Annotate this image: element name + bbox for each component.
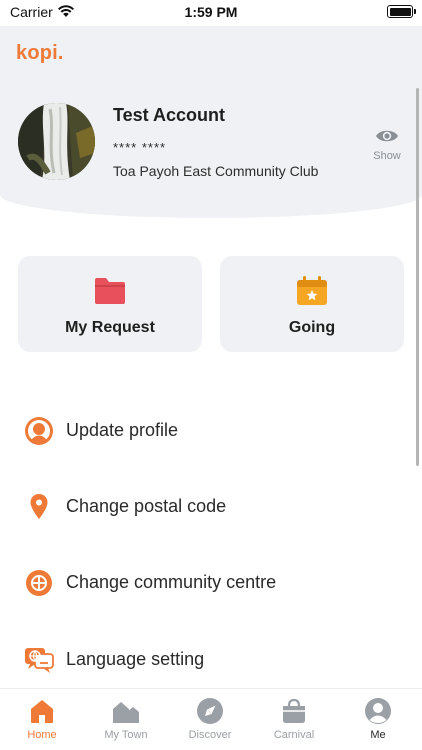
- tab-discover-label: Discover: [188, 729, 232, 741]
- going-card[interactable]: Going: [220, 256, 404, 352]
- status-time: 1:59 PM: [184, 4, 238, 20]
- menu-label-change-community-centre: Change community centre: [66, 572, 277, 592]
- menu-item-update-profile[interactable]: Update profile: [0, 409, 422, 453]
- home-icon: [31, 700, 53, 723]
- person-icon: [25, 417, 53, 445]
- eye-icon: [376, 130, 398, 142]
- battery-icon: [387, 5, 416, 18]
- going-label: Going: [288, 319, 336, 336]
- status-bar: Carrier 1:59 PM: [0, 0, 422, 26]
- location-pin-icon: [30, 494, 48, 519]
- menu-label-language-setting: Language setting: [66, 649, 205, 669]
- tab-carnival[interactable]: Carnival: [252, 689, 336, 750]
- menu-label-change-postal-code: Change postal code: [66, 496, 227, 516]
- tab-carnival-label: Carnival: [273, 729, 315, 741]
- bag-icon: [283, 698, 305, 723]
- folder-icon: [95, 278, 125, 304]
- show-button[interactable]: Show: [366, 128, 408, 162]
- my-request-card[interactable]: My Request: [18, 256, 202, 352]
- menu-item-change-postal-code[interactable]: Change postal code: [0, 485, 422, 529]
- menu-item-language-setting[interactable]: Language setting: [0, 638, 422, 682]
- compass-icon: [197, 698, 223, 724]
- tab-my-town[interactable]: My Town: [84, 689, 168, 750]
- menu-item-change-community-centre[interactable]: Change community centre: [0, 561, 422, 605]
- tab-discover[interactable]: Discover: [168, 689, 252, 750]
- masked-id: **** ****: [113, 140, 167, 155]
- profile-name: Test Account: [113, 105, 226, 125]
- calendar-star-icon: [297, 276, 327, 305]
- community-centre-icon: [26, 570, 52, 596]
- language-icon: [25, 648, 54, 673]
- tab-my-town-label: My Town: [104, 729, 148, 741]
- my-request-label: My Request: [65, 319, 155, 336]
- town-icon: [113, 702, 139, 723]
- tab-bar: Home My Town Discover Carnival Me: [0, 688, 422, 750]
- user-icon: [365, 698, 391, 724]
- avatar[interactable]: [18, 103, 95, 180]
- tab-me-label: Me: [370, 729, 386, 741]
- tab-home-label: Home: [27, 729, 57, 741]
- tab-home[interactable]: Home: [0, 689, 84, 750]
- community-club-label: Toa Payoh East Community Club: [113, 163, 319, 179]
- show-label: Show: [373, 150, 401, 162]
- tab-me[interactable]: Me: [336, 689, 420, 750]
- menu-label-update-profile: Update profile: [66, 420, 179, 440]
- app-logo: kopi.: [16, 42, 64, 64]
